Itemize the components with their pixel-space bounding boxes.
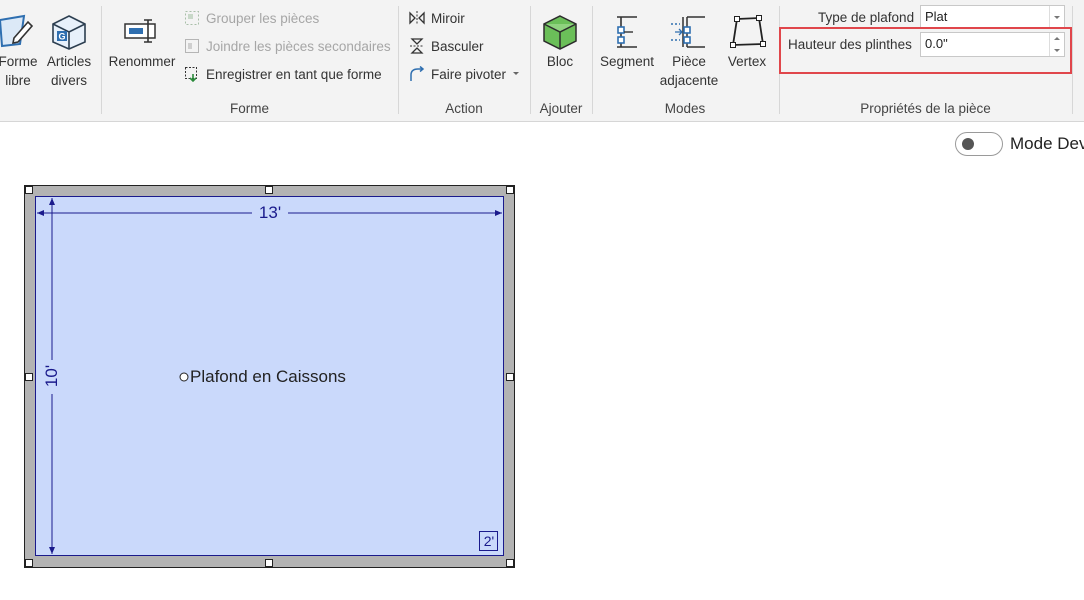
room-drawing[interactable] (0, 123, 1084, 600)
chevron-down-icon (513, 72, 520, 75)
resize-handle-top-right[interactable] (506, 186, 514, 194)
separator (101, 6, 102, 114)
ceiling-type-label: Type de plafond (818, 10, 915, 25)
adjacent-room-icon (671, 16, 705, 48)
misc-items-label-2: divers (50, 73, 87, 88)
free-shape-label-1: Forme (0, 54, 38, 69)
forme-group-title: Forme (229, 101, 269, 116)
resize-handle-top[interactable] (265, 186, 273, 194)
block-label: Bloc (546, 54, 574, 69)
free-shape-button[interactable]: Forme libre (0, 14, 40, 90)
baseboard-height-input[interactable]: 0.0" (920, 32, 1065, 57)
segment-label: Segment (599, 54, 655, 69)
join-secondary-rooms-button[interactable]: Joindre les pièces secondaires (184, 35, 391, 57)
segment-button[interactable]: Segment (596, 14, 658, 71)
flip-icon (410, 38, 424, 54)
mirror-icon (409, 11, 425, 25)
group-rooms-label: Grouper les pièces (206, 10, 320, 26)
resize-handle-bottom-right[interactable] (506, 559, 514, 567)
spinner[interactable] (1049, 33, 1064, 56)
spinner-up-icon[interactable] (1050, 33, 1064, 44)
room-canvas: 13' 10' 2' Plafond en Caissons (0, 123, 1084, 600)
rename-button[interactable]: Renommer (106, 14, 178, 71)
adjacent-room-button[interactable]: Pièce adjacente (658, 14, 720, 90)
svg-text:G: G (58, 32, 65, 42)
mirror-label: Miroir (431, 10, 465, 26)
height-dimension-label: 10' (42, 364, 61, 388)
rotate-label: Faire pivoter (431, 66, 507, 82)
save-as-shape-button[interactable]: Enregistrer en tant que forme (184, 63, 382, 85)
width-dimension-label: 13' (258, 203, 282, 222)
misc-items-button[interactable]: G Articles divers (44, 14, 94, 90)
flip-label: Basculer (431, 38, 484, 54)
resize-handle-bottom[interactable] (265, 559, 273, 567)
adjacent-room-label-2: adjacente (659, 73, 719, 88)
chevron-down-icon[interactable] (1049, 6, 1064, 28)
green-cube-icon (543, 15, 577, 50)
segment-icon (617, 16, 637, 48)
save-shape-icon (185, 67, 197, 82)
separator (398, 6, 399, 114)
flip-button[interactable]: Basculer (409, 35, 484, 57)
corner-tag-label: 2' (483, 533, 495, 549)
baseboard-height-label: Hauteur des plinthes (788, 37, 912, 52)
ceiling-type-value: Plat (925, 9, 948, 24)
spinner-down-icon[interactable] (1050, 45, 1064, 56)
room-properties-group-title: Propriétés de la pièce (860, 101, 991, 116)
rotate-icon (410, 66, 425, 81)
separator (530, 6, 531, 114)
free-shape-label-2: libre (5, 73, 31, 88)
adjacent-room-label-1: Pièce (672, 54, 706, 69)
resize-handle-bottom-left[interactable] (25, 559, 33, 567)
group-rooms-icon (185, 11, 199, 25)
resize-handle-right[interactable] (506, 373, 514, 381)
rotate-dropdown-button[interactable]: Faire pivoter (409, 63, 520, 85)
vertex-icon (730, 15, 766, 48)
resize-handle-left[interactable] (25, 373, 33, 381)
ceiling-type-select[interactable]: Plat (920, 5, 1065, 29)
free-shape-icon (0, 14, 34, 48)
vertex-button[interactable]: Vertex (722, 14, 772, 71)
ajouter-group-title: Ajouter (539, 101, 583, 116)
group-rooms-button[interactable]: Grouper les pièces (184, 7, 319, 29)
mirror-button[interactable]: Miroir (409, 7, 465, 29)
join-rooms-icon (185, 39, 199, 53)
resize-handle-top-left[interactable] (25, 186, 33, 194)
separator (592, 6, 593, 114)
misc-items-label-1: Articles (46, 54, 92, 69)
save-as-shape-label: Enregistrer en tant que forme (206, 66, 382, 82)
baseboard-height-value: 0.0" (925, 36, 948, 51)
ribbon-toolbar: Forme libre G Articles divers Renommer G… (0, 0, 1084, 122)
join-secondary-label: Joindre les pièces secondaires (206, 38, 391, 54)
room-name-label[interactable]: Plafond en Caissons (190, 367, 346, 387)
modes-group-title: Modes (664, 101, 706, 116)
cube-g-icon: G (52, 15, 86, 50)
action-group-title: Action (445, 101, 483, 116)
separator (1072, 6, 1073, 114)
rename-label: Renommer (108, 54, 176, 69)
vertex-label: Vertex (727, 54, 767, 69)
rename-icon (124, 19, 156, 43)
block-button[interactable]: Bloc (536, 14, 584, 71)
